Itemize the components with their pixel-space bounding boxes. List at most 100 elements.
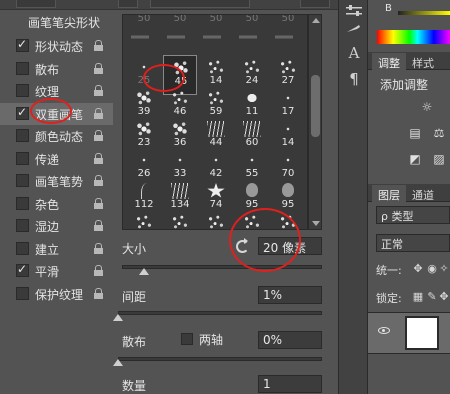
option-checkbox[interactable] bbox=[16, 196, 29, 210]
lock-paint-icon[interactable]: ✎ bbox=[426, 291, 438, 303]
type-icon[interactable]: A bbox=[339, 44, 369, 62]
invert-icon[interactable]: ◩ bbox=[408, 152, 422, 166]
brush-tip-shape-header[interactable]: 画笔笔尖形状 bbox=[0, 10, 113, 34]
brush-option-row[interactable]: 画笔笔势 bbox=[0, 170, 113, 192]
option-checkbox[interactable] bbox=[16, 262, 29, 277]
gradient-map-icon[interactable]: ▨ bbox=[432, 152, 446, 166]
spacing-slider-track[interactable] bbox=[118, 311, 322, 315]
unify-visibility-icon[interactable]: ◉ bbox=[426, 263, 438, 275]
brush-preset[interactable] bbox=[199, 210, 233, 229]
scroll-up-icon[interactable] bbox=[312, 18, 320, 23]
lock-icon[interactable] bbox=[94, 265, 103, 276]
blend-mode-select[interactable]: 正常 bbox=[376, 234, 450, 252]
tab-styles[interactable]: 样式 bbox=[406, 53, 440, 73]
brush-tip-thumbnail bbox=[243, 90, 261, 106]
both-axes-checkbox[interactable] bbox=[181, 333, 193, 345]
unify-position-icon[interactable]: ✥ bbox=[412, 263, 424, 275]
option-checkbox[interactable] bbox=[16, 105, 29, 120]
brush-size-number: 112 bbox=[134, 199, 154, 210]
option-label: 杂色 bbox=[35, 197, 60, 212]
brightness-icon[interactable]: ☼ bbox=[420, 100, 434, 114]
size-slider-track[interactable] bbox=[122, 265, 322, 269]
option-label: 传递 bbox=[35, 152, 60, 167]
brush-option-row[interactable]: 散布 bbox=[0, 58, 113, 80]
lock-icon[interactable] bbox=[94, 197, 103, 209]
levels-icon[interactable]: ▤ bbox=[408, 126, 422, 140]
tab-channels[interactable]: 通道 bbox=[406, 185, 440, 205]
count-field[interactable]: 1 bbox=[258, 375, 322, 393]
lock-icon[interactable] bbox=[94, 62, 103, 74]
brush-size-number: 23 bbox=[137, 137, 151, 148]
lock-icon[interactable] bbox=[94, 242, 103, 254]
option-checkbox[interactable] bbox=[16, 286, 29, 300]
brush-tip-thumbnail bbox=[207, 90, 225, 106]
brush-preset-grid: 50 50 50 50 50 25 45 14 24 27 39 46 59 11 17 23 36 44 60 14… bbox=[122, 14, 308, 230]
paragraph-icon[interactable]: ¶ bbox=[339, 70, 369, 88]
lock-icon[interactable] bbox=[94, 40, 103, 51]
size-slider-knob[interactable] bbox=[139, 268, 149, 275]
brush-tip-thumbnail bbox=[207, 152, 225, 168]
lock-icon[interactable] bbox=[94, 152, 103, 164]
option-label: 画笔笔势 bbox=[35, 175, 84, 189]
brush-option-row[interactable]: 形状动态 bbox=[0, 35, 113, 57]
scatter-slider-knob[interactable] bbox=[113, 359, 123, 366]
brush-tip-thumbnail bbox=[135, 121, 153, 137]
brush-preset[interactable] bbox=[163, 210, 197, 229]
eye-icon[interactable] bbox=[378, 327, 390, 334]
option-checkbox[interactable] bbox=[16, 219, 29, 232]
lock-transparent-icon[interactable]: ▦ bbox=[412, 291, 424, 303]
brush-option-row[interactable]: 传递 bbox=[0, 148, 113, 170]
preset-scrollbar[interactable] bbox=[308, 14, 322, 230]
options-segment[interactable] bbox=[118, 0, 138, 8]
brush-tip-thumbnail bbox=[203, 32, 229, 42]
scroll-down-icon[interactable] bbox=[312, 221, 320, 226]
tool-strip: A ¶ bbox=[338, 0, 368, 394]
lock-icon[interactable] bbox=[94, 130, 103, 141]
brush-tip-thumbnail bbox=[171, 214, 189, 229]
color-channel-slider[interactable] bbox=[398, 11, 450, 15]
tab-adjustments[interactable]: 调整 bbox=[372, 53, 406, 73]
option-checkbox[interactable] bbox=[16, 84, 29, 97]
spacing-field[interactable]: 1% bbox=[258, 286, 322, 304]
balance-icon[interactable]: ⚖ bbox=[432, 126, 446, 140]
brush-option-row[interactable]: 颜色动态 bbox=[0, 125, 113, 147]
option-checkbox[interactable] bbox=[16, 37, 29, 52]
option-checkbox[interactable] bbox=[16, 151, 29, 165]
brush-option-row[interactable]: 平滑 bbox=[0, 260, 113, 282]
brush-option-row[interactable]: 保护纹理 bbox=[0, 283, 113, 305]
option-checkbox[interactable] bbox=[16, 61, 29, 75]
option-checkbox[interactable] bbox=[16, 129, 29, 142]
brush-tip-thumbnail bbox=[282, 183, 294, 197]
brush-icon[interactable] bbox=[339, 20, 369, 38]
lock-icon[interactable] bbox=[94, 85, 103, 96]
unify-label: 统一: bbox=[376, 264, 402, 277]
brush-option-row[interactable]: 湿边 bbox=[0, 215, 113, 237]
spacing-slider-knob[interactable] bbox=[113, 314, 123, 321]
brush-option-row[interactable]: 杂色 bbox=[0, 193, 113, 215]
option-checkbox[interactable] bbox=[16, 174, 29, 187]
lock-icon[interactable] bbox=[94, 175, 103, 186]
brush-preset[interactable] bbox=[127, 210, 161, 229]
flip-option[interactable] bbox=[300, 0, 330, 8]
brush-size-number: 26 bbox=[137, 168, 151, 179]
tab-layers[interactable]: 图层 bbox=[372, 185, 406, 205]
unify-style-icon[interactable]: ✧ bbox=[438, 263, 450, 275]
option-checkbox[interactable] bbox=[16, 241, 29, 255]
scatter-slider-track[interactable] bbox=[118, 357, 322, 361]
brush-size-number: 17 bbox=[281, 106, 295, 117]
lock-icon[interactable] bbox=[94, 220, 103, 231]
options-segment[interactable] bbox=[16, 0, 56, 8]
options-dropdown[interactable] bbox=[150, 0, 250, 8]
lock-icon[interactable] bbox=[94, 107, 103, 119]
brush-size-number: 11 bbox=[245, 106, 259, 117]
layer-filter-field[interactable]: ρ 类型 bbox=[376, 206, 450, 224]
lock-icon[interactable] bbox=[94, 287, 103, 299]
color-spectrum[interactable] bbox=[377, 30, 450, 44]
lock-move-icon[interactable]: ✥ bbox=[438, 291, 450, 303]
brush-tip-thumbnail bbox=[246, 183, 258, 197]
color-channel-b-label: B bbox=[385, 3, 392, 14]
brush-size-number: 33 bbox=[173, 168, 187, 179]
scroll-thumb[interactable] bbox=[311, 75, 320, 137]
brush-option-row[interactable]: 建立 bbox=[0, 238, 113, 260]
scatter-field[interactable]: 0% bbox=[258, 331, 322, 349]
